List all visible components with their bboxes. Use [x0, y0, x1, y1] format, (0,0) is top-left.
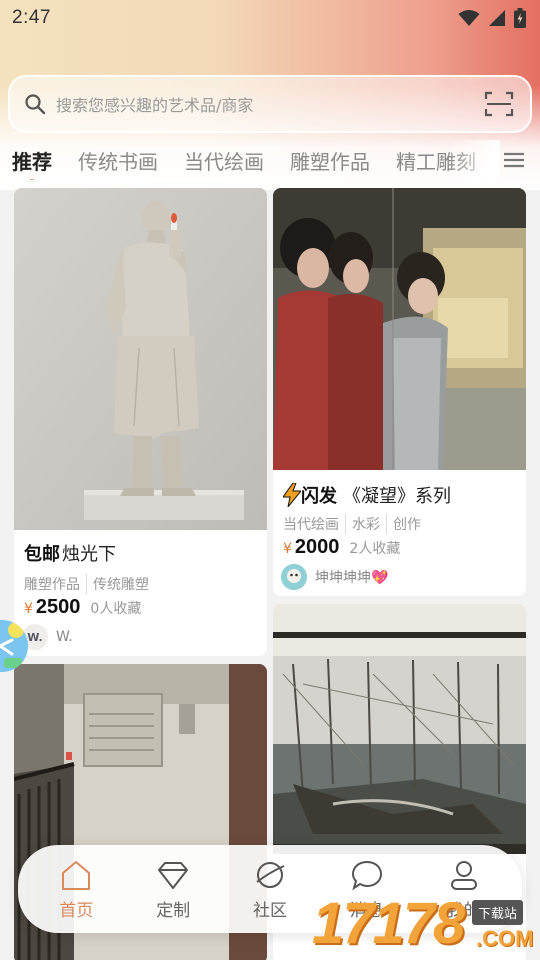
nav-label: 定制: [156, 900, 191, 921]
product-image-watercolor[interactable]: [273, 188, 526, 470]
free-shipping-badge: 包邮: [20, 534, 60, 566]
product-tag: 雕塑作品: [24, 577, 80, 593]
nav-community[interactable]: 社区: [230, 858, 310, 921]
search-icon: [25, 94, 46, 115]
status-bar: 2:47: [0, 0, 540, 36]
battery-icon: [514, 8, 526, 28]
flash-ship-badge: 闪发: [301, 486, 337, 507]
currency-symbol: ¥: [283, 541, 292, 557]
nav-label: 社区: [252, 900, 287, 921]
product-title[interactable]: 烛光下: [62, 540, 116, 566]
product-title-row: 包邮 烛光下: [20, 534, 116, 566]
home-icon: [62, 860, 91, 890]
search-bar[interactable]: 搜索您感兴趣的艺术品/商家: [8, 75, 532, 133]
price-row: ¥ 2000 2人收藏: [283, 536, 400, 559]
seller-name[interactable]: W.: [56, 629, 73, 645]
product-tag: 创作: [386, 514, 421, 534]
nav-home[interactable]: 首页: [36, 858, 116, 921]
status-icons: [458, 8, 526, 28]
product-title-row: 闪发 《凝望》系列: [283, 482, 451, 508]
site-watermark: 17178 下载站 .COM: [312, 890, 538, 960]
seller-info[interactable]: W. W.: [22, 624, 73, 650]
watermark-suffix: .COM: [476, 926, 534, 951]
profile-icon: [450, 860, 477, 890]
wifi-icon: [458, 10, 480, 26]
product-card-2[interactable]: 闪发 《凝望》系列 当代绘画 水彩 创作 ¥ 2000 2人收藏 坤坤坤坤💖: [273, 188, 526, 596]
price-row: ¥ 2500 0人收藏: [24, 596, 141, 619]
diamond-icon: [158, 861, 189, 889]
product-card-1[interactable]: 包邮 烛光下 雕塑作品 传统雕塑 ¥ 2500 0人收藏 W. W.: [14, 188, 267, 656]
seller-name[interactable]: 坤坤坤坤💖: [315, 567, 388, 587]
product-tag: 水彩: [345, 514, 380, 534]
product-tags: 当代绘画 水彩 创作: [283, 514, 421, 534]
tab-contemporary-painting[interactable]: 当代绘画: [184, 146, 264, 175]
product-image-sculpture[interactable]: [14, 188, 267, 530]
avatar-text: W.: [27, 630, 43, 644]
favorite-count: 0人收藏: [90, 601, 142, 617]
tabs-fade: [450, 140, 500, 180]
scan-icon[interactable]: [484, 90, 514, 118]
tab-traditional-painting[interactable]: 传统书画: [78, 146, 158, 175]
nav-label: 首页: [59, 900, 94, 921]
seller-info[interactable]: 坤坤坤坤💖: [281, 564, 388, 590]
status-time: 2:47: [12, 7, 51, 28]
chat-bubble-icon: [351, 860, 382, 890]
search-placeholder[interactable]: 搜索您感兴趣的艺术品/商家: [56, 92, 484, 116]
seller-avatar[interactable]: [281, 564, 307, 590]
planet-icon: [256, 861, 285, 888]
product-image-harbor[interactable]: [273, 604, 526, 854]
product-tag: 当代绘画: [283, 517, 339, 533]
nav-custom[interactable]: 定制: [133, 858, 213, 921]
category-menu-icon[interactable]: [500, 148, 528, 172]
cell-signal-icon: [489, 10, 505, 26]
watermark-badge: 下载站: [472, 900, 524, 925]
product-title[interactable]: 《凝望》系列: [343, 482, 451, 508]
avatar-image: [281, 564, 307, 590]
product-price: 2000: [294, 536, 340, 558]
currency-symbol: ¥: [24, 601, 33, 617]
favorite-count: 2人收藏: [349, 541, 401, 557]
lightning-icon: [283, 483, 301, 507]
watermark-digits: 17178: [312, 891, 465, 956]
tab-recommended[interactable]: 推荐: [12, 146, 52, 180]
product-tag: 传统雕塑: [86, 574, 149, 594]
product-tags: 雕塑作品 传统雕塑: [24, 574, 149, 594]
product-price: 2500: [35, 596, 81, 618]
tab-sculpture[interactable]: 雕塑作品: [290, 146, 370, 175]
